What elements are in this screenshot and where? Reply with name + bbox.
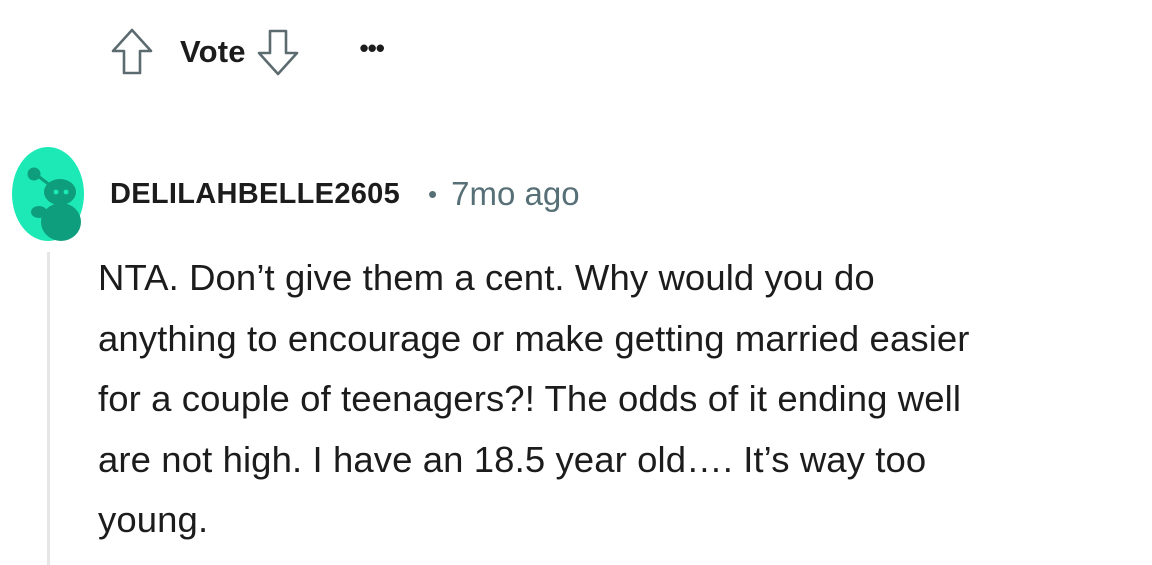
comment-header: DELILAHBELLE2605 • 7mo ago bbox=[110, 172, 580, 216]
comment-line: young. bbox=[98, 499, 209, 540]
comment-username[interactable]: DELILAHBELLE2605 bbox=[110, 178, 400, 211]
comment-line: for a couple of teenagers?! The odds of … bbox=[98, 378, 962, 419]
downvote-button[interactable] bbox=[252, 26, 304, 78]
snoo-avatar-icon bbox=[12, 147, 84, 241]
arrow-up-outline-icon bbox=[111, 28, 153, 75]
comment-line: are not high. I have an 18.5 year old…. … bbox=[98, 438, 927, 480]
comment-body: NTA. Don’t give them a cent. Why would y… bbox=[98, 248, 1148, 551]
comment-line: NTA. Don’t give them a cent. Why would y… bbox=[98, 257, 875, 298]
comment-line: anything to encourage or make getting ma… bbox=[98, 317, 970, 359]
upvote-button[interactable] bbox=[106, 26, 158, 78]
vote-label: Vote bbox=[180, 34, 246, 69]
user-avatar[interactable] bbox=[11, 146, 85, 242]
more-options-icon: ••• bbox=[359, 33, 385, 63]
comment-timestamp[interactable]: 7mo ago bbox=[451, 175, 579, 213]
thread-line[interactable] bbox=[47, 252, 50, 565]
more-options-button[interactable]: ••• bbox=[352, 28, 392, 76]
meta-separator: • bbox=[428, 178, 438, 209]
arrow-down-outline-icon bbox=[257, 29, 298, 76]
comment-action-bar: Vote ••• bbox=[106, 24, 392, 80]
